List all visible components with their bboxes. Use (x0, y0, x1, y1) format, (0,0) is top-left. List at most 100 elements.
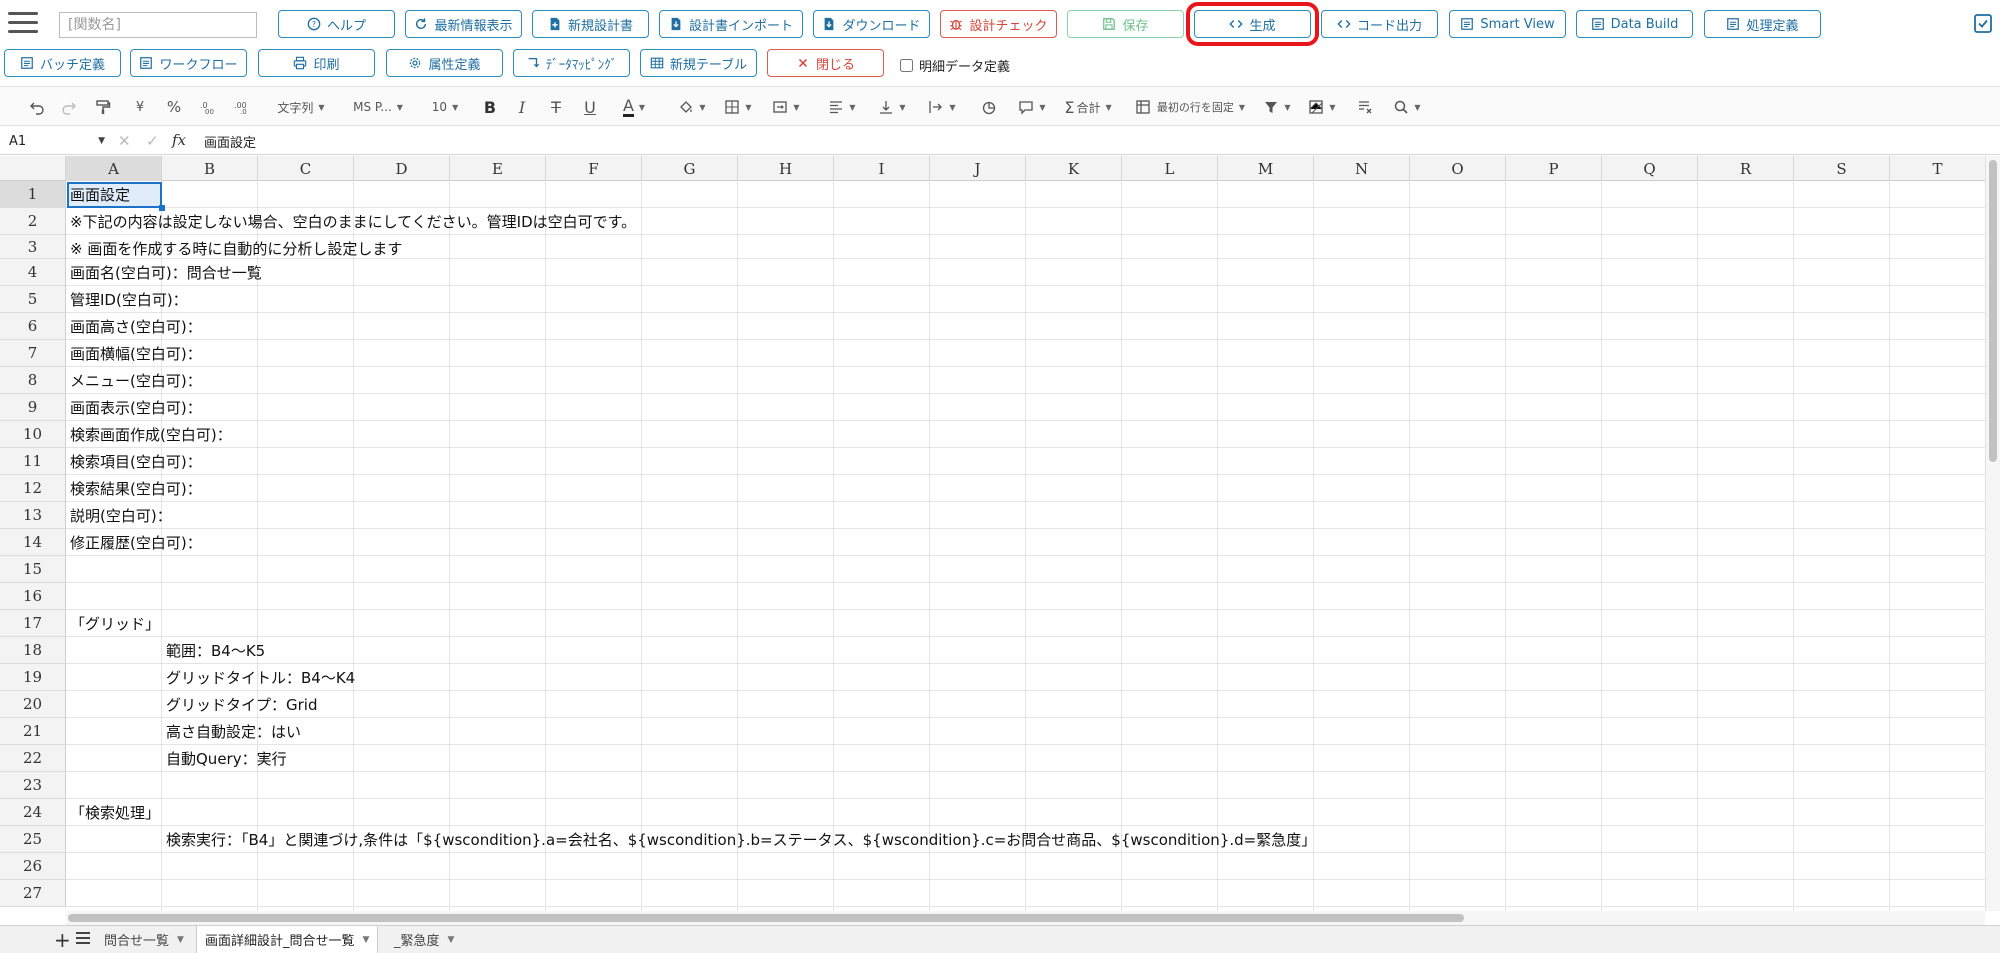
horizontal-scrollbar[interactable] (66, 911, 1985, 925)
italic-icon[interactable]: I (512, 95, 532, 119)
bold-icon[interactable]: B (480, 95, 500, 119)
column-header[interactable]: S (1794, 156, 1890, 181)
row-header[interactable]: 20 (0, 691, 66, 718)
column-header[interactable]: B (162, 156, 258, 181)
help-button[interactable]: ? ヘルプ (278, 10, 395, 38)
cell-text[interactable]: 検索画面作成(空白可)： (70, 425, 232, 445)
import-design-button[interactable]: 設計書インポート (659, 10, 803, 38)
fill-color-icon[interactable]: ▼ (672, 95, 712, 119)
column-header[interactable]: D (354, 156, 450, 181)
undo-icon[interactable] (26, 95, 48, 119)
sheet-list-icon[interactable] (76, 932, 90, 944)
refresh-info-button[interactable]: 最新情報表示 (405, 10, 522, 38)
column-header[interactable]: F (546, 156, 642, 181)
row-header[interactable]: 6 (0, 313, 66, 340)
data-mapping-button[interactable]: ﾃﾞｰﾀﾏｯﾋﾟﾝｸﾞ (513, 49, 630, 77)
insert-chart-icon[interactable] (978, 95, 1000, 119)
row-header[interactable]: 11 (0, 448, 66, 475)
row-header[interactable]: 5 (0, 286, 66, 313)
search-icon[interactable]: ▼ (1390, 95, 1424, 119)
row-header[interactable]: 1 (0, 181, 66, 208)
sheet-tab-inquiry-list[interactable]: 問合せ一覧 ▼ (96, 926, 192, 953)
row-header[interactable]: 26 (0, 853, 66, 880)
merge-cells-icon[interactable]: ▼ (766, 95, 806, 119)
increase-decimal-icon[interactable]: .0 00 (197, 95, 219, 119)
row-header[interactable]: 2 (0, 208, 66, 235)
new-table-button[interactable]: 新規テーブル (640, 49, 757, 77)
cell-text[interactable]: ※下記の内容は設定しない場合、空白のままにしてください。管理IDは空白可です。 (70, 212, 636, 232)
vertical-align-icon[interactable]: ▼ (872, 95, 912, 119)
row-header[interactable]: 13 (0, 502, 66, 529)
column-header[interactable]: Q (1602, 156, 1698, 181)
column-header[interactable]: H (738, 156, 834, 181)
detail-data-checkbox-wrap[interactable]: 明細データ定義 (900, 56, 1010, 75)
font-color-icon[interactable]: A ▼ (614, 95, 654, 119)
row-header[interactable]: 21 (0, 718, 66, 745)
task-check-icon[interactable] (1972, 12, 1994, 34)
redo-icon[interactable] (58, 95, 80, 119)
row-header[interactable]: 14 (0, 529, 66, 556)
percent-icon[interactable]: % (163, 95, 185, 119)
column-header[interactable]: P (1506, 156, 1602, 181)
cell-text[interactable]: 画面表示(空白可)： (70, 398, 202, 418)
download-button[interactable]: ダウンロード (813, 10, 930, 38)
name-box[interactable]: A1 ▼ (4, 130, 108, 152)
row-header[interactable]: 22 (0, 745, 66, 772)
sum-dropdown[interactable]: Σ 合計 ▼ (1058, 95, 1118, 119)
row-header[interactable]: 19 (0, 664, 66, 691)
number-format-dropdown[interactable]: 文字列 ▼ (270, 95, 332, 119)
attribute-definition-button[interactable]: 属性定義 (386, 49, 503, 77)
row-header[interactable]: 12 (0, 475, 66, 502)
horizontal-align-icon[interactable]: ▼ (822, 95, 862, 119)
cell-text[interactable]: グリッドタイプ：Grid (166, 695, 317, 715)
font-size-dropdown[interactable]: 10 ▼ (424, 95, 466, 119)
cell-text[interactable]: 「検索処理」 (70, 803, 160, 823)
row-header[interactable]: 10 (0, 421, 66, 448)
row-header[interactable]: 4 (0, 259, 66, 286)
font-name-dropdown[interactable]: MS P... ▼ (340, 95, 416, 119)
row-header[interactable]: 17 (0, 610, 66, 637)
column-header[interactable]: E (450, 156, 546, 181)
format-painter-icon[interactable] (92, 95, 114, 119)
cell-text[interactable]: 高さ自動設定：はい (166, 722, 301, 742)
spreadsheet-grid[interactable]: ABCDEFGHIJKLMNOPQRST 1 2 3 4 5 6 7 8 9 10 11 12 13 14… (0, 156, 1985, 911)
row-header[interactable]: 9 (0, 394, 66, 421)
cell-text[interactable]: 検索項目(空白可)： (70, 452, 202, 472)
process-definition-button[interactable]: 処理定義 (1704, 10, 1821, 38)
column-header[interactable]: A (66, 156, 162, 181)
vertical-scroll-thumb[interactable] (1989, 160, 1997, 462)
cell-text[interactable]: 画面横幅(空白可)： (70, 344, 202, 364)
close-button[interactable]: 閉じる (767, 49, 884, 77)
cell-text[interactable]: 範囲：B4～K5 (166, 641, 265, 661)
column-header[interactable]: C (258, 156, 354, 181)
cell-text[interactable]: 画面名(空白可)：問合せ一覧 (70, 263, 262, 283)
cell-text[interactable]: 修正履歴(空白可)： (70, 533, 202, 553)
menu-icon[interactable] (8, 12, 38, 36)
workflow-button[interactable]: ワークフロー (130, 49, 247, 77)
row-header[interactable]: 23 (0, 772, 66, 799)
cell-text[interactable]: 「グリッド」 (70, 614, 160, 634)
cell-text[interactable]: 画面設定 (70, 185, 130, 205)
sheet-tab-urgency[interactable]: _緊急度 ▼ (386, 926, 462, 953)
column-header[interactable]: I (834, 156, 930, 181)
batch-definition-button[interactable]: バッチ定義 (4, 49, 121, 77)
currency-icon[interactable]: ¥ (130, 95, 150, 119)
conditional-format-icon[interactable]: ▼ (1304, 95, 1340, 119)
cell-text[interactable]: グリッドタイトル：B4～K4 (166, 668, 355, 688)
new-design-button[interactable]: 新規設計書 (532, 10, 649, 38)
strikethrough-icon[interactable]: T (546, 95, 566, 119)
row-header[interactable]: 15 (0, 556, 66, 583)
row-header[interactable]: 7 (0, 340, 66, 367)
row-header[interactable]: 3 (0, 235, 66, 259)
row-header[interactable]: 25 (0, 826, 66, 853)
comment-icon[interactable]: ▼ (1012, 95, 1052, 119)
code-export-button[interactable]: コード出力 (1321, 10, 1438, 38)
smart-view-button[interactable]: Smart View (1449, 10, 1566, 38)
cell-text[interactable]: メニュー(空白可)： (70, 371, 202, 391)
row-header[interactable]: 27 (0, 880, 66, 907)
border-icon[interactable]: ▼ (718, 95, 758, 119)
text-wrap-icon[interactable]: ▼ (922, 95, 962, 119)
cell-text[interactable]: 画面高さ(空白可)： (70, 317, 202, 337)
sheet-tab-screen-detail[interactable]: 画面詳細設計_問合せ一覧 ▼ (196, 926, 379, 953)
design-check-button[interactable]: 設計チェック (940, 10, 1057, 38)
